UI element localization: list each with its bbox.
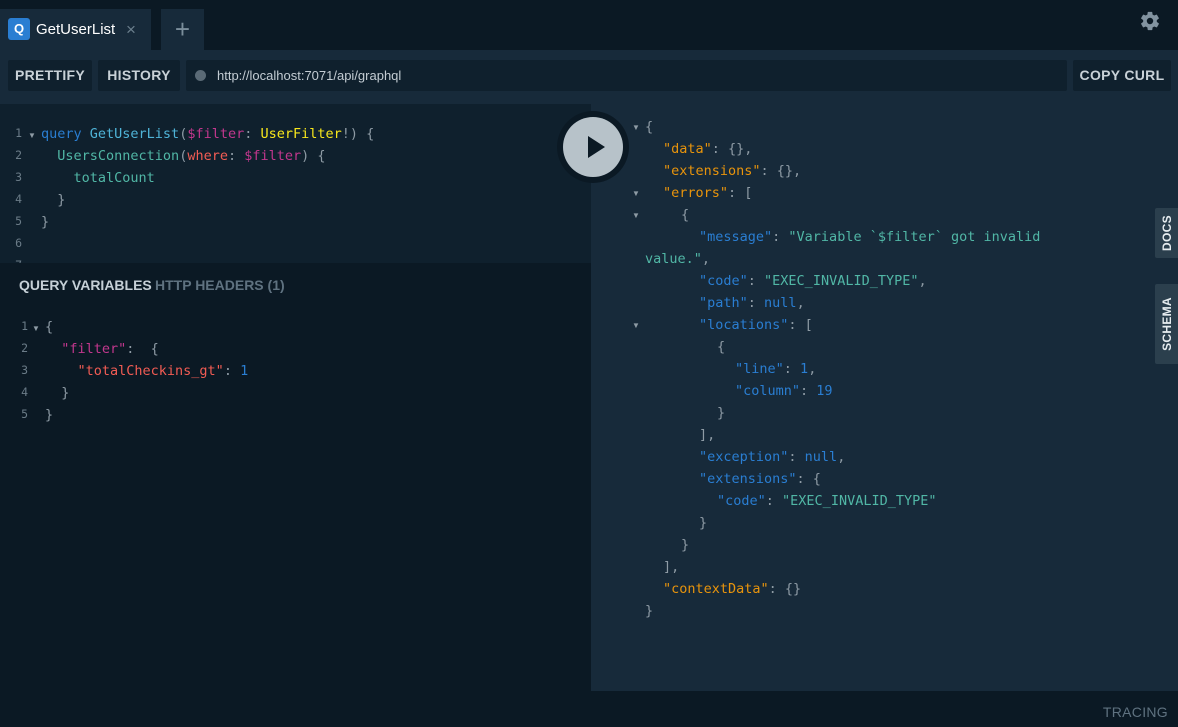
run-button-face <box>563 117 623 177</box>
line-number: 4 <box>21 385 28 399</box>
json-line: } <box>717 405 726 421</box>
copy-curl-button[interactable]: COPY CURL <box>1073 60 1171 91</box>
json-line: } <box>681 537 690 553</box>
code-line: } <box>41 214 50 230</box>
json-line: ], <box>699 427 716 443</box>
tab-http-headers[interactable]: HTTP HEADERS (1) <box>155 277 285 293</box>
line-number: 6 <box>15 236 22 250</box>
json-line: "errors": [ <box>663 185 753 201</box>
prettify-button[interactable]: PRETTIFY <box>8 60 92 91</box>
json-line: { <box>681 207 690 223</box>
json-line: "extensions": {}, <box>663 163 802 179</box>
json-line: "code": "EXEC_INVALID_TYPE" <box>717 493 937 509</box>
json-line: ], <box>663 559 680 575</box>
history-button[interactable]: HISTORY <box>98 60 180 91</box>
json-line: } <box>699 515 708 531</box>
json-line: "line": 1, <box>735 361 817 377</box>
docs-tab-label: DOCS <box>1159 215 1174 251</box>
tab-query-variables[interactable]: QUERY VARIABLES <box>19 277 152 293</box>
tab-bar: Q GetUserList × + <box>0 0 1178 50</box>
json-line: "extensions": { <box>699 471 821 487</box>
query-badge-icon: Q <box>8 18 30 40</box>
line-number: 5 <box>15 214 22 228</box>
play-icon <box>588 136 605 158</box>
fold-arrow-icon[interactable]: ▼ <box>32 324 40 333</box>
line-number: 1 <box>15 126 22 140</box>
code-line: UsersConnection(where: $filter) { <box>57 148 326 164</box>
json-line: "exception": null, <box>699 449 846 465</box>
json-line: "column": 19 <box>735 383 833 399</box>
tracing-toggle[interactable]: TRACING <box>1103 704 1168 720</box>
schema-tab-label: SCHEMA <box>1159 297 1174 351</box>
fold-arrow-icon[interactable]: ▼ <box>28 131 36 140</box>
tab-title: GetUserList <box>36 21 116 38</box>
line-number: 2 <box>15 148 22 162</box>
json-line: "message": "Variable `$filter` got inval… <box>699 229 1041 245</box>
variables-panel: QUERY VARIABLES HTTP HEADERS (1) 1 2 3 4… <box>0 263 591 727</box>
code-line: } <box>61 385 70 401</box>
json-line: "locations": [ <box>699 317 813 333</box>
code-line: { <box>45 319 54 335</box>
json-line: "data": {}, <box>663 141 753 157</box>
status-dot-icon <box>195 70 206 81</box>
fold-arrow-icon[interactable]: ▼ <box>632 211 640 220</box>
schema-tab[interactable]: SCHEMA <box>1155 284 1178 364</box>
json-line: "path": null, <box>699 295 805 311</box>
code-line: "totalCheckins_gt": 1 <box>77 363 249 379</box>
code-line: query GetUserList($filter: UserFilter!) … <box>41 126 375 142</box>
query-editor[interactable]: 1 2 3 4 5 6 7 ▼ query GetUserList($filte… <box>0 104 591 263</box>
json-line: "contextData": {} <box>663 581 802 597</box>
line-number: 2 <box>21 341 28 355</box>
code-line: totalCount <box>73 170 155 186</box>
footer: TRACING <box>591 691 1178 727</box>
code-line: } <box>45 407 54 423</box>
gear-icon[interactable] <box>1139 10 1161 32</box>
json-line: value.", <box>645 251 711 267</box>
tab-getuserlist[interactable]: Q GetUserList × <box>0 9 151 50</box>
endpoint-url-input[interactable]: http://localhost:7071/api/graphql <box>186 60 1067 91</box>
fold-arrow-icon[interactable]: ▼ <box>632 321 640 330</box>
close-icon[interactable]: × <box>126 20 136 39</box>
json-line: { <box>717 339 726 355</box>
json-line: { <box>645 119 654 135</box>
fold-arrow-icon[interactable]: ▼ <box>632 123 640 132</box>
result-viewer[interactable]: ▼ ▼ ▼ ▼ { "data": {}, "extensions": {}, … <box>591 104 1178 691</box>
docs-tab[interactable]: DOCS <box>1155 208 1178 258</box>
line-number: 4 <box>15 192 22 206</box>
json-line: "code": "EXEC_INVALID_TYPE", <box>699 273 927 289</box>
code-line: "filter": { <box>61 341 159 357</box>
json-line: } <box>645 603 654 619</box>
line-number: 5 <box>21 407 28 421</box>
add-tab-button[interactable]: + <box>161 9 204 50</box>
run-query-button[interactable] <box>557 111 629 183</box>
line-number: 3 <box>15 170 22 184</box>
endpoint-url: http://localhost:7071/api/graphql <box>217 68 402 83</box>
line-number: 3 <box>21 363 28 377</box>
code-line: } <box>57 192 66 208</box>
fold-arrow-icon[interactable]: ▼ <box>632 189 640 198</box>
line-number: 1 <box>21 319 28 333</box>
toolbar: PRETTIFY HISTORY http://localhost:7071/a… <box>0 50 1178 104</box>
